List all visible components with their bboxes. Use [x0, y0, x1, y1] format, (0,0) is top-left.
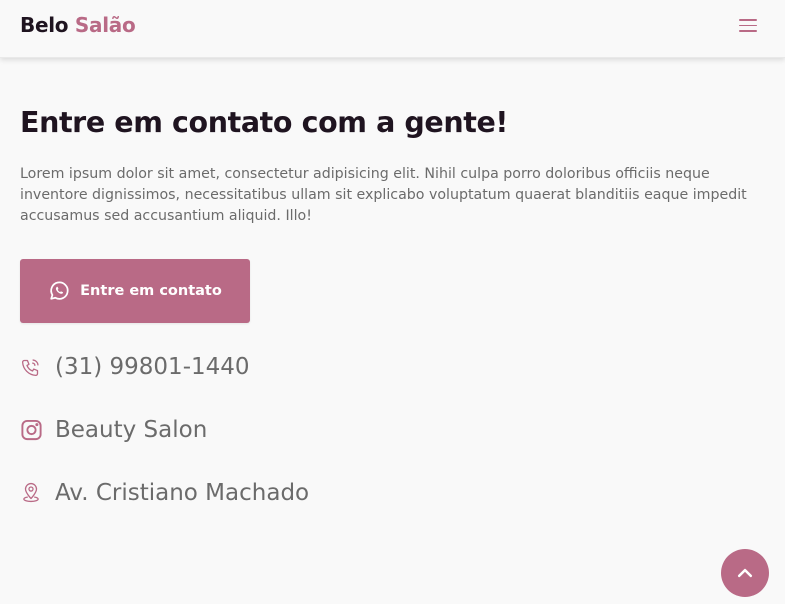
contact-button-label: Entre em contato — [80, 283, 222, 299]
whatsapp-icon — [48, 280, 70, 302]
phone-number: (31) 99801-1440 — [55, 354, 250, 380]
page-description: Lorem ipsum dolor sit amet, consectetur … — [20, 166, 747, 224]
page-title: Entre em contato com a gente! — [20, 106, 508, 139]
address-text: Av. Cristiano Machado — [55, 480, 310, 506]
scroll-to-top-button[interactable] — [721, 549, 769, 597]
logo-first-word: Belo — [20, 13, 69, 37]
address-row[interactable]: Av. Cristiano Machado — [20, 480, 309, 506]
instagram-handle: Beauty Salon — [55, 417, 208, 443]
site-header: Belo Salão — [0, 0, 785, 58]
logo-second-word: Salão — [74, 13, 136, 37]
location-pin-icon — [20, 481, 43, 505]
hamburger-menu-icon[interactable] — [737, 16, 759, 34]
logo[interactable]: Belo Salão — [20, 13, 136, 37]
chevron-up-icon — [735, 563, 755, 583]
instagram-row[interactable]: Beauty Salon — [20, 417, 207, 443]
phone-icon — [20, 357, 43, 378]
phone-row[interactable]: (31) 99801-1440 — [20, 354, 250, 380]
instagram-icon — [20, 418, 43, 442]
contact-whatsapp-button[interactable]: Entre em contato — [20, 259, 250, 323]
